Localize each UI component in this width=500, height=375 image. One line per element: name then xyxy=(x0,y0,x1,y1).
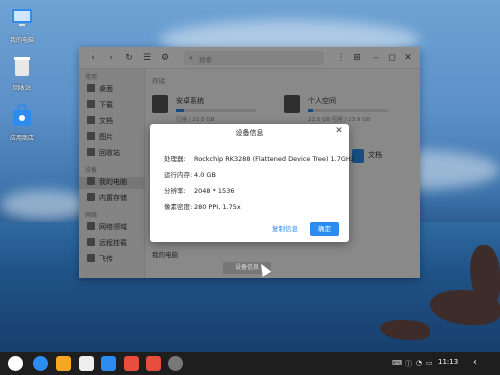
desktop-icon-label: 应用商店 xyxy=(9,135,34,142)
computer-icon xyxy=(12,9,32,26)
wifi-icon[interactable]: ◔ xyxy=(416,359,422,367)
clock: 11:13 xyxy=(438,358,459,366)
info-icon[interactable]: ⓘ xyxy=(405,359,412,369)
device-info-dialog: 设备信息 ✕ 处理器: Rockchip RK3288 (Flattened De… xyxy=(150,124,354,242)
dialog-title: 设备信息 xyxy=(235,129,264,137)
battery-icon[interactable]: ▭ xyxy=(426,359,433,367)
desktop-icon-label: 回收站 xyxy=(12,85,31,92)
start-icon[interactable] xyxy=(8,356,23,371)
close-icon[interactable]: ✕ xyxy=(334,126,344,136)
cloud xyxy=(0,190,90,220)
back-arrow-icon[interactable]: ‹ xyxy=(473,357,477,368)
trash-icon xyxy=(14,57,30,76)
info-key: 处理器: xyxy=(164,155,186,163)
wps-office-icon[interactable] xyxy=(124,356,139,371)
info-row-density: 像素密度: 280 PPI, 1.75x xyxy=(164,201,241,211)
desktop-icon-app-store[interactable]: 应用商店 xyxy=(4,104,40,142)
info-value: 2048 * 1536 xyxy=(194,187,235,195)
info-key: 运行内存: xyxy=(164,171,193,179)
keyboard-icon[interactable]: ⌨ xyxy=(392,359,402,367)
info-row-resolution: 分辨率: 2048 * 1536 xyxy=(164,185,234,195)
copy-info-button[interactable]: 复制信息 xyxy=(267,222,303,236)
info-row-cpu: 处理器: Rockchip RK3288 (Flattened Device Tr… xyxy=(164,153,354,163)
desktop-icon-label: 我的电脑 xyxy=(9,37,34,44)
settings-icon[interactable] xyxy=(168,356,183,371)
info-row-ram: 运行内存: 4.0 GB xyxy=(164,169,216,179)
info-value: Rockchip RK3288 (Flattened Device Tree) … xyxy=(194,155,355,163)
info-key: 像素密度: xyxy=(164,203,193,211)
info-value: 4.0 GB xyxy=(194,171,216,179)
notes-icon[interactable] xyxy=(79,356,94,371)
file-manager-icon[interactable] xyxy=(56,356,71,371)
info-value: 280 PPI, 1.75x xyxy=(194,203,241,211)
wps-pdf-icon[interactable] xyxy=(146,356,161,371)
app-store-icon xyxy=(13,104,31,126)
taskbar: ⌨ ⓘ ◔ ▭ 11:13 ‹ xyxy=(0,352,500,375)
desktop-icon-trash[interactable]: 回收站 xyxy=(4,54,40,92)
wps-writer-icon[interactable] xyxy=(101,356,116,371)
browser-icon[interactable] xyxy=(33,356,48,371)
desktop-icon-my-computer[interactable]: 我的电脑 xyxy=(4,6,40,44)
info-key: 分辨率: xyxy=(164,187,186,195)
ok-button[interactable]: 确定 xyxy=(310,222,339,236)
